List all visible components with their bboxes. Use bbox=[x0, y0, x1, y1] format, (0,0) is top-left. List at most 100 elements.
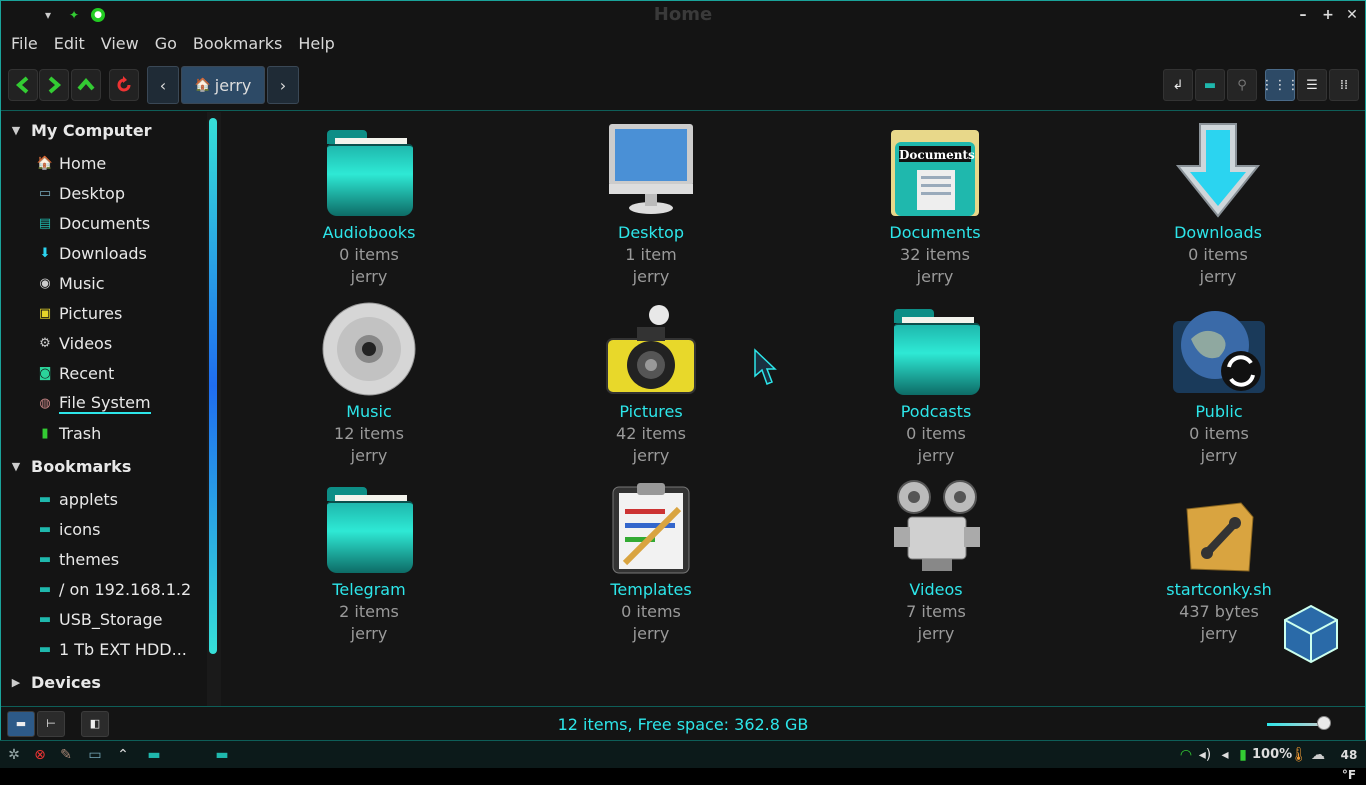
sidebar-item-network-share[interactable]: ▬ / on 192.168.1.2 bbox=[31, 575, 207, 603]
sidebar-item-documents[interactable]: ▤ Documents bbox=[31, 209, 207, 237]
sidebar-item-label: Recent bbox=[59, 363, 115, 383]
folder-icon[interactable]: ▬ bbox=[142, 745, 166, 765]
film-projector-icon bbox=[888, 479, 984, 575]
sidebar-item-label: Home bbox=[59, 153, 107, 173]
sidebar-item-recent[interactable]: ◙ Recent bbox=[31, 359, 207, 387]
wifi-icon[interactable]: ◠ bbox=[1176, 745, 1196, 765]
home-folder-icon: 🏠 bbox=[194, 77, 211, 93]
sidebar-item-themes[interactable]: ▬ themes bbox=[31, 545, 207, 573]
disk-icon: ◍ bbox=[39, 395, 51, 411]
sidebar-item-downloads[interactable]: ⬇ Downloads bbox=[31, 239, 207, 267]
camera-icon bbox=[603, 301, 699, 397]
sidebar-item-icons[interactable]: ▬ icons bbox=[31, 515, 207, 543]
file-item-downloads[interactable]: Downloads 0 items jerry bbox=[1118, 122, 1318, 288]
weather-icon[interactable]: ☁ bbox=[1306, 745, 1330, 765]
maximize-button[interactable]: + bbox=[1319, 6, 1337, 24]
file-item-public[interactable]: Public 0 items jerry bbox=[1119, 301, 1319, 467]
reload-button[interactable] bbox=[109, 69, 139, 101]
reload-icon bbox=[117, 76, 131, 92]
title-bar[interactable]: ▾ ✦ ● Home – + ✕ bbox=[1, 1, 1365, 29]
up-button[interactable] bbox=[71, 69, 101, 101]
menu-view[interactable]: View bbox=[93, 29, 147, 59]
zoom-slider-knob[interactable] bbox=[1317, 716, 1331, 730]
sidebar-item-desktop[interactable]: ▭ Desktop bbox=[31, 179, 207, 207]
file-item-videos[interactable]: Videos 7 items jerry bbox=[836, 479, 1036, 645]
file-item-telegram[interactable]: Telegram 2 items jerry bbox=[269, 479, 469, 645]
close-button[interactable]: ✕ bbox=[1343, 6, 1361, 24]
sidebar-item-home[interactable]: 🏠 Home bbox=[31, 149, 207, 177]
file-owner: jerry bbox=[916, 267, 954, 286]
monitor-icon: ▭ bbox=[38, 185, 52, 201]
menu-edit[interactable]: Edit bbox=[46, 29, 93, 59]
sidebar-item-label: 1 Tb EXT HDD... bbox=[59, 639, 187, 659]
breadcrumb-right-button[interactable]: › bbox=[267, 66, 299, 104]
toggle-location-button[interactable]: ↲ bbox=[1163, 69, 1193, 101]
minimize-button[interactable]: – bbox=[1294, 6, 1312, 24]
close-circle-icon[interactable]: ⊗ bbox=[30, 745, 50, 765]
sidebar-item-music[interactable]: ◉ Music bbox=[31, 269, 207, 297]
breadcrumb-item-jerry[interactable]: 🏠 jerry bbox=[181, 66, 265, 104]
file-item-templates[interactable]: Templates 0 items jerry bbox=[551, 479, 751, 645]
forward-button[interactable] bbox=[39, 69, 69, 101]
sidebar-scrollbar[interactable] bbox=[207, 112, 221, 706]
monitor-icon[interactable]: ▭ bbox=[84, 745, 106, 765]
icon-view-button[interactable]: ⋮⋮⋮ bbox=[1261, 69, 1300, 101]
file-count: 42 items bbox=[616, 424, 686, 443]
sidebar-item-label: Downloads bbox=[59, 243, 147, 263]
scrollbar-thumb[interactable] bbox=[209, 118, 217, 654]
breadcrumb-left-button[interactable]: ‹ bbox=[147, 66, 179, 104]
file-count: 2 items bbox=[339, 602, 399, 621]
sidebar-section-bookmarks[interactable]: ▼ Bookmarks bbox=[1, 452, 132, 480]
sidebar-item-pictures[interactable]: ▣ Pictures bbox=[31, 299, 207, 327]
file-item-desktop[interactable]: Desktop 1 item jerry bbox=[551, 122, 751, 288]
double-chevron-up-icon[interactable]: ⌃ bbox=[112, 745, 134, 765]
cd-icon: ◉ bbox=[39, 275, 51, 291]
tool-icon[interactable]: ✎ bbox=[56, 745, 76, 765]
file-item-music[interactable]: Music 12 items jerry bbox=[269, 301, 469, 467]
file-name: Templates bbox=[610, 580, 692, 599]
sidebar-item-trash[interactable]: ▮ Trash bbox=[31, 419, 207, 447]
menu-file[interactable]: File bbox=[3, 29, 46, 59]
compact-view-button[interactable]: ⁞⁞ bbox=[1329, 69, 1359, 101]
file-name: Music bbox=[346, 402, 392, 421]
file-name: Documents bbox=[889, 223, 981, 242]
sidebar-item-file-system[interactable]: ◍ File System bbox=[31, 389, 207, 417]
menu-icon[interactable]: ✲ bbox=[4, 745, 24, 765]
file-name: Videos bbox=[909, 580, 963, 599]
trash-icon: ▮ bbox=[41, 425, 49, 441]
battery-icon[interactable]: ▮ bbox=[1236, 745, 1250, 765]
forward-arrow-icon bbox=[48, 76, 62, 94]
file-name: Telegram bbox=[332, 580, 406, 599]
volume-icon[interactable]: ◂) bbox=[1196, 745, 1214, 765]
file-owner: jerry bbox=[1200, 446, 1238, 465]
file-item-documents[interactable]: Documents Documents 32 items jerry bbox=[835, 122, 1035, 288]
new-folder-button[interactable]: ▬ bbox=[1195, 69, 1225, 101]
menu-help[interactable]: Help bbox=[290, 29, 342, 59]
file-manager-task[interactable]: ▬ bbox=[210, 745, 234, 765]
file-item-podcasts[interactable]: Podcasts 0 items jerry bbox=[836, 301, 1036, 467]
toolbar: ‹ 🏠 jerry › ↲ ▬ ⚲ ⋮⋮⋮ ☰ ⁞⁞ bbox=[1, 59, 1365, 111]
file-item-pictures[interactable]: Pictures 42 items jerry bbox=[551, 301, 751, 467]
search-button[interactable]: ⚲ bbox=[1227, 69, 1257, 101]
tray-arrow-icon[interactable]: ◂ bbox=[1218, 745, 1232, 765]
sidebar-item-usb-storage[interactable]: ▬ USB_Storage bbox=[31, 605, 207, 633]
file-count: 0 items bbox=[1188, 245, 1248, 264]
sidebar-item-videos[interactable]: ⚙ Videos bbox=[31, 329, 207, 357]
sidebar-item-applets[interactable]: ▬ applets bbox=[31, 485, 207, 513]
menu-go[interactable]: Go bbox=[147, 29, 185, 59]
sidebar-item-ext-hdd[interactable]: ▬ 1 Tb EXT HDD... bbox=[31, 635, 207, 663]
network-folder-icon: ▬ bbox=[38, 581, 52, 597]
folder-icon: ▬ bbox=[38, 491, 52, 507]
file-item-audiobooks[interactable]: Audiobooks 0 items jerry bbox=[269, 122, 469, 288]
sidebar-section-devices[interactable]: ▶ Devices bbox=[1, 668, 101, 696]
list-view-button[interactable]: ☰ bbox=[1297, 69, 1327, 101]
menu-bar: File Edit View Go Bookmarks Help bbox=[1, 29, 1365, 59]
globe-sync-icon bbox=[1171, 301, 1267, 397]
sidebar-section-my-computer[interactable]: ▼ My Computer bbox=[1, 116, 152, 144]
sidebar-item-label: Videos bbox=[59, 333, 113, 353]
breadcrumb-label: jerry bbox=[214, 75, 252, 95]
back-button[interactable] bbox=[8, 69, 38, 101]
sidebar-item-label: themes bbox=[59, 549, 120, 569]
menu-bookmarks[interactable]: Bookmarks bbox=[185, 29, 290, 59]
battery-percentage: 100% bbox=[1252, 747, 1293, 762]
